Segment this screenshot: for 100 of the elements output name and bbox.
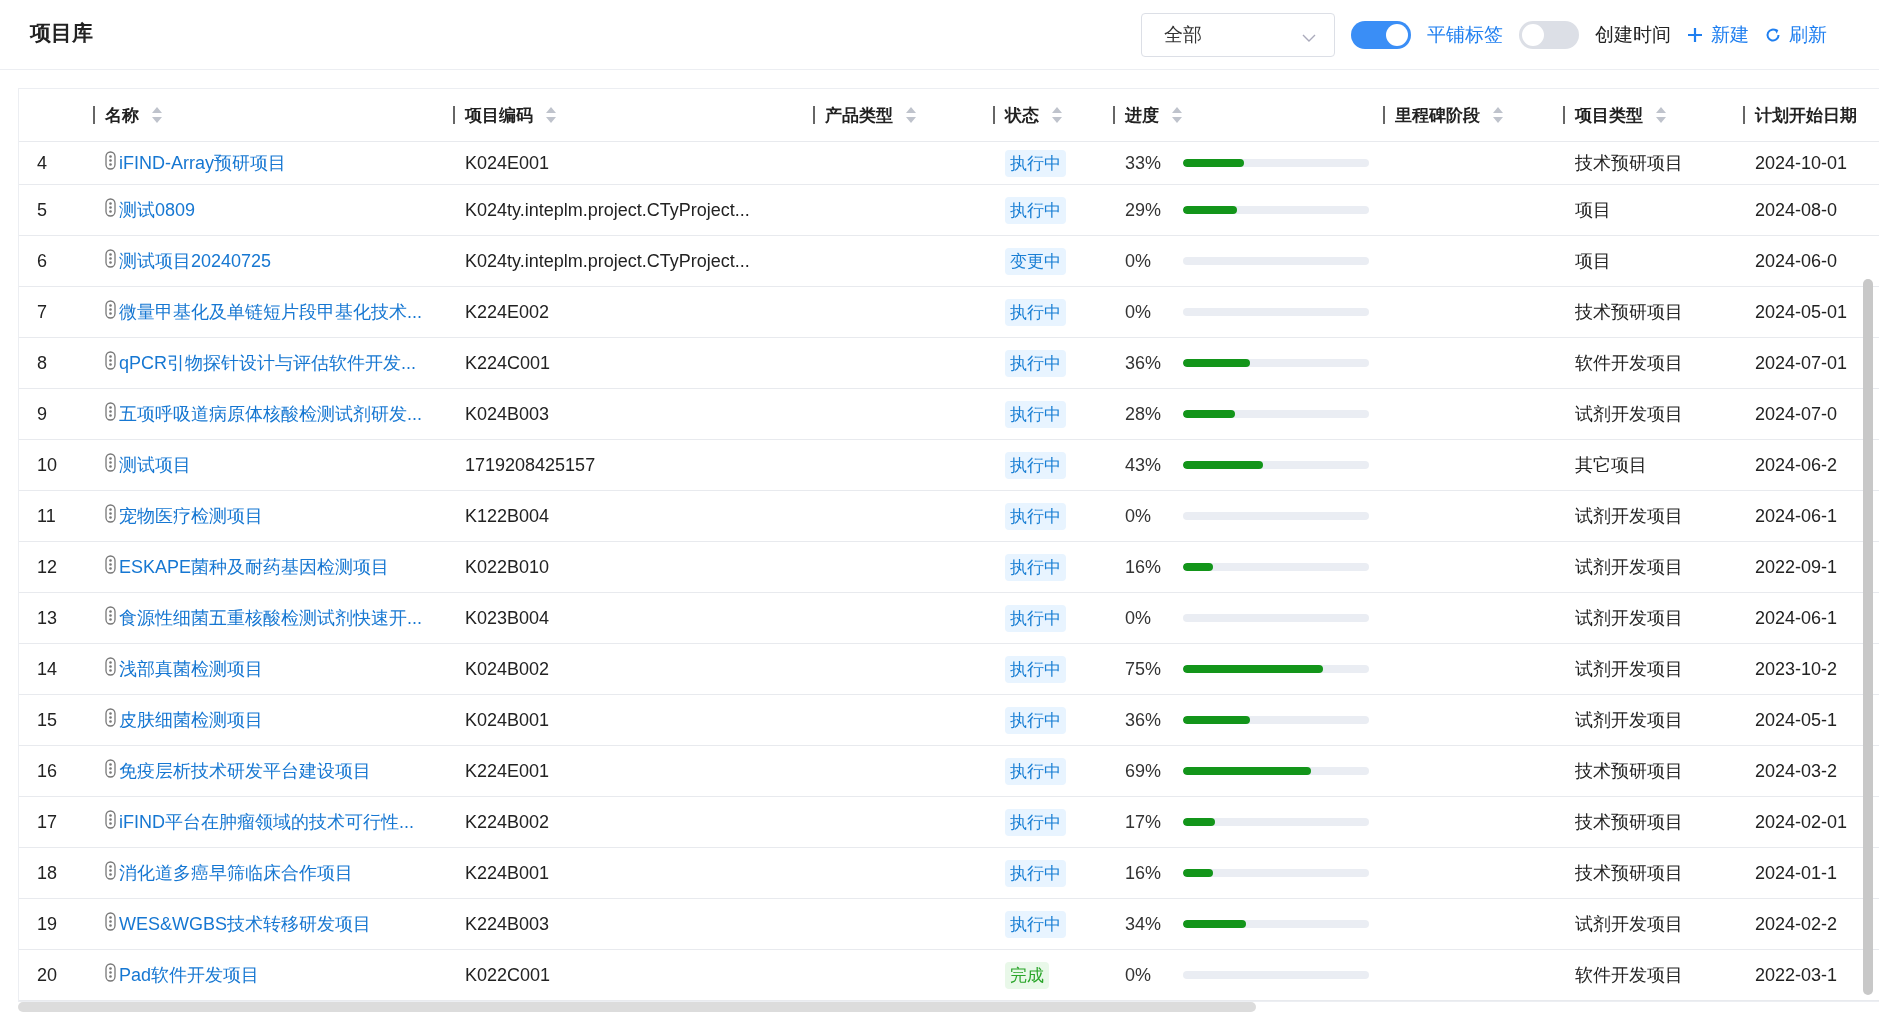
row-number: 16: [36, 760, 58, 782]
scrollbar[interactable]: [1863, 279, 1873, 995]
status-tag: 执行中: [1005, 196, 1066, 224]
pill-icon: [105, 860, 116, 880]
add-button[interactable]: 新建: [1687, 21, 1749, 48]
sort-icon[interactable]: [1655, 106, 1667, 124]
column-header[interactable]: 产品类型: [825, 103, 893, 127]
pill-icon: [105, 299, 116, 319]
column-header[interactable]: 项目编码: [465, 103, 533, 127]
status-tag: 执行中: [1005, 604, 1066, 632]
scrollbar[interactable]: [18, 1002, 1256, 1012]
status-tag: 执行中: [1005, 859, 1066, 887]
project-link[interactable]: ESKAPE菌种及耐药基因检测项目: [119, 555, 390, 579]
table-cell: 2024-08-0: [1755, 199, 1838, 221]
project-link[interactable]: 宠物医疗检测项目: [119, 504, 263, 528]
row-number: 4: [36, 152, 47, 174]
pill-icon: [105, 605, 116, 625]
table-cell-text: 项目: [1575, 199, 1611, 222]
project-link[interactable]: 五项呼吸道病原体核酸检测试剂研发...: [119, 402, 422, 426]
page-title: 项目库: [30, 19, 93, 46]
column-header[interactable]: 里程碑阶段: [1395, 103, 1480, 127]
pill-icon: [105, 656, 116, 676]
progress-percent: 0%: [1125, 250, 1152, 272]
table-cell: 2024-06-2: [1755, 454, 1838, 476]
progress-percent: 0%: [1125, 964, 1152, 986]
row-number: 14: [36, 658, 58, 680]
refresh-button[interactable]: 刷新: [1765, 21, 1827, 48]
pill-icon: [105, 809, 116, 829]
status-tag: 执行中: [1005, 298, 1066, 326]
project-link[interactable]: iFIND平台在肿瘤领域的技术可行性...: [119, 810, 414, 834]
table-cell: 2022-09-1: [1755, 556, 1838, 578]
project-link[interactable]: Pad软件开发项目: [119, 963, 260, 987]
status-tag: 执行中: [1005, 451, 1066, 479]
project-link[interactable]: 食源性细菌五重核酸检测试剂快速开...: [119, 606, 422, 630]
project-link[interactable]: 微量甲基化及单链短片段甲基化技术...: [119, 300, 422, 324]
project-link[interactable]: WES&WGBS技术转移研发项目: [119, 912, 371, 936]
progress-percent: 17%: [1125, 811, 1163, 833]
column-header[interactable]: 名称: [105, 103, 139, 127]
column-header[interactable]: 项目类型: [1575, 103, 1643, 127]
table-cell: 1719208425157: [465, 454, 596, 476]
row-number: 12: [36, 556, 58, 578]
row-number: 13: [36, 607, 58, 629]
pill-icon: [105, 150, 116, 170]
status-tag: 完成: [1005, 961, 1049, 989]
table-cell: K024E001: [465, 152, 550, 174]
status-tag: 执行中: [1005, 910, 1066, 938]
table-cell-text: 试剂开发项目: [1575, 913, 1683, 936]
table-cell-text: 项目: [1575, 250, 1611, 273]
column-header[interactable]: 进度: [1125, 103, 1159, 127]
table-cell: 2024-05-1: [1755, 709, 1838, 731]
table-cell: K224B003: [465, 913, 550, 935]
project-link[interactable]: 消化道多癌早筛临床合作项目: [119, 861, 353, 885]
status-tag: 执行中: [1005, 502, 1066, 530]
status-tag: 执行中: [1005, 553, 1066, 581]
row-number: 20: [36, 964, 58, 986]
table-cell-text: 试剂开发项目: [1575, 556, 1683, 579]
toggle-switch[interactable]: [1351, 20, 1411, 49]
progress-percent: 33%: [1125, 152, 1163, 174]
table-cell: K224B002: [465, 811, 550, 833]
project-link[interactable]: qPCR引物探针设计与评估软件开发...: [119, 351, 417, 375]
pill-icon: [105, 350, 116, 370]
row-number: 15: [36, 709, 58, 731]
progress-percent: 0%: [1125, 607, 1152, 629]
project-link[interactable]: 皮肤细菌检测项目: [119, 708, 263, 732]
table-cell: K023B004: [465, 607, 550, 629]
row-number: 10: [36, 454, 58, 476]
pill-icon: [105, 401, 116, 421]
filter-dropdown[interactable]: 全部: [1141, 12, 1335, 57]
column-header[interactable]: 状态: [1005, 103, 1039, 127]
table-cell-text: 软件开发项目: [1575, 964, 1683, 987]
table-cell: 2024-07-0: [1755, 403, 1838, 425]
sort-icon[interactable]: [1492, 106, 1504, 124]
pill-icon: [105, 554, 116, 574]
project-link[interactable]: 测试项目: [119, 453, 191, 477]
table-cell-text: 试剂开发项目: [1575, 607, 1683, 630]
sort-icon[interactable]: [545, 106, 557, 124]
toggle-switch[interactable]: [1519, 20, 1579, 49]
row-number: 17: [36, 811, 58, 833]
table-cell: 2024-05-01: [1755, 301, 1848, 323]
pill-icon: [105, 503, 116, 523]
project-link[interactable]: 浅部真菌检测项目: [119, 657, 263, 681]
table-cell: 2024-06-0: [1755, 250, 1838, 272]
row-number: 11: [36, 505, 56, 527]
sort-icon[interactable]: [1051, 106, 1063, 124]
table-cell: K224B001: [465, 862, 550, 884]
progress-percent: 69%: [1125, 760, 1163, 782]
pill-icon: [105, 452, 116, 472]
sort-icon[interactable]: [1171, 106, 1183, 124]
status-tag: 执行中: [1005, 349, 1066, 377]
sort-icon[interactable]: [905, 106, 917, 124]
column-header[interactable]: 计划开始日期: [1755, 103, 1857, 127]
project-link[interactable]: 测试项目20240725: [119, 249, 272, 273]
project-link[interactable]: 免疫层析技术研发平台建设项目: [119, 759, 371, 783]
pill-icon: [105, 962, 116, 982]
project-link[interactable]: iFIND-Array预研项目: [119, 151, 286, 175]
row-number: 19: [36, 913, 58, 935]
project-link[interactable]: 测试0809: [119, 198, 196, 222]
progress-percent: 0%: [1125, 301, 1152, 323]
progress-percent: 0%: [1125, 505, 1152, 527]
sort-icon[interactable]: [151, 106, 163, 124]
